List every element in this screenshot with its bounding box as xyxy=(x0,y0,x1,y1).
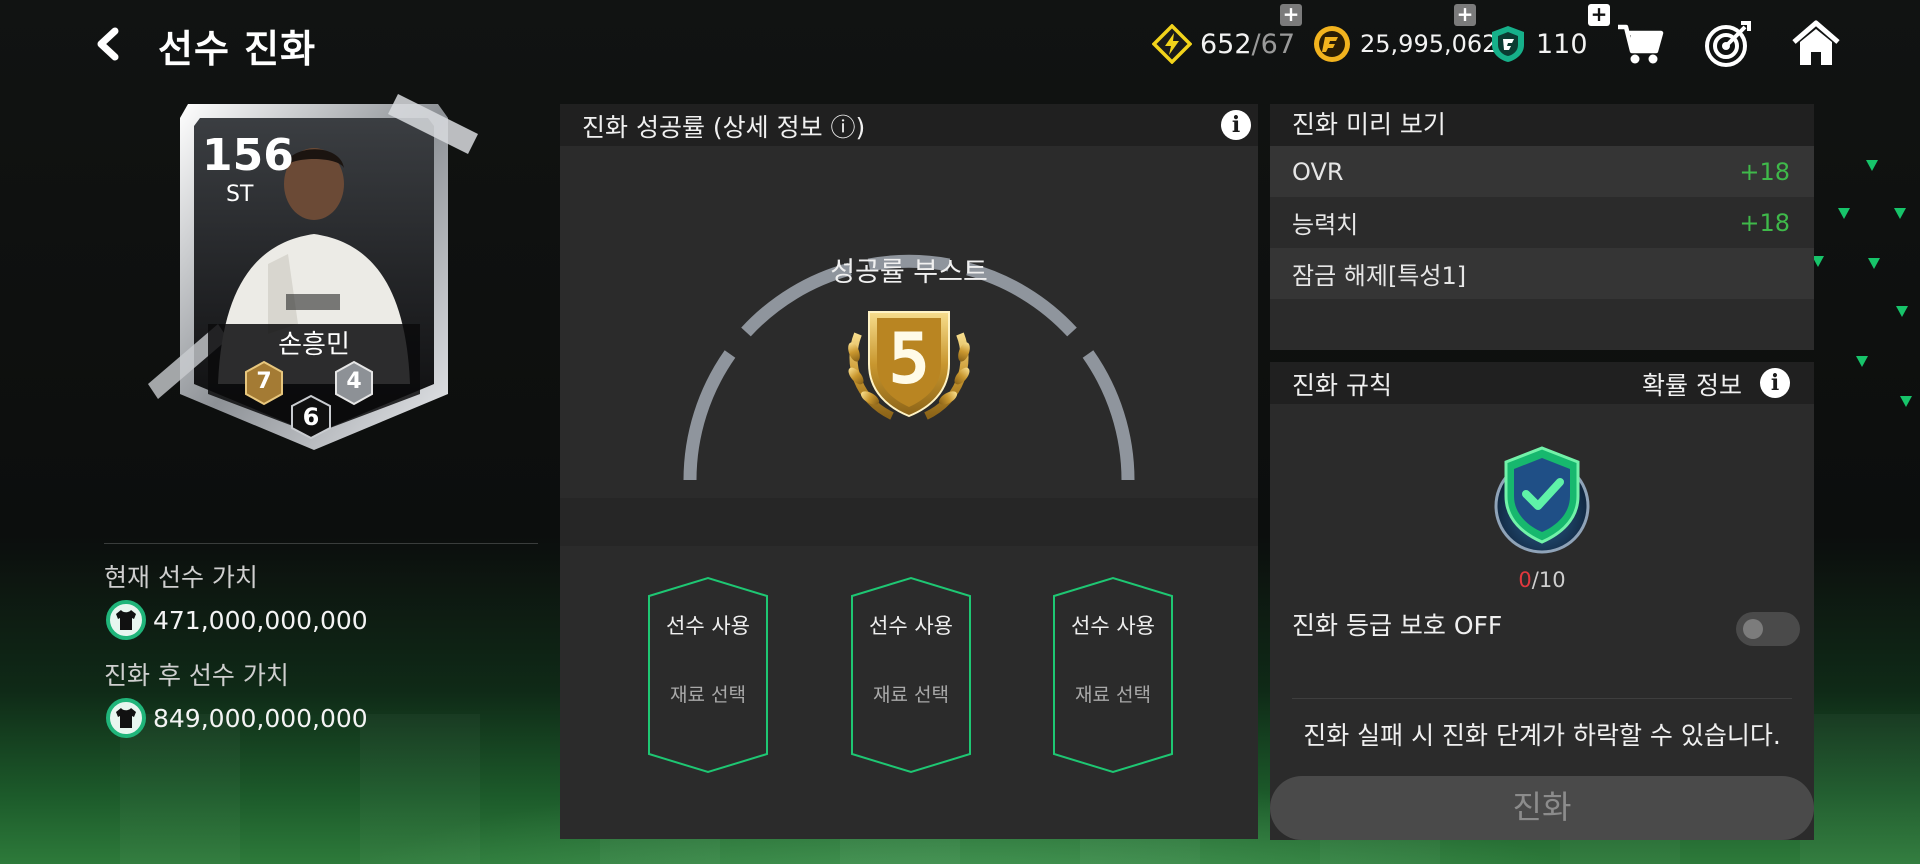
decor-triangle xyxy=(1838,208,1850,219)
team-color-value: 4 xyxy=(346,369,362,394)
boost-level-emblem: 5 xyxy=(844,304,974,424)
slot-title: 선수 사용 xyxy=(666,614,750,638)
preview-row: 잠금 해제[특성1] xyxy=(1270,248,1814,299)
energy-separator: / xyxy=(1251,28,1261,60)
shop-button[interactable] xyxy=(1612,16,1668,72)
top-bar: 선수 진화 652/67 + 25,995,062 + 110 + xyxy=(0,0,1920,86)
add-token-button[interactable]: + xyxy=(1588,4,1610,26)
rules-title: 진화 규칙 xyxy=(1292,371,1392,400)
evolution-preview-panel: 진화 미리 보기 OVR +18 능력치 +18 잠금 해제[특성1] xyxy=(1270,104,1814,350)
bp-coin-icon xyxy=(106,698,146,738)
player-card[interactable]: 156 ST 손흥민 7 4 6 xyxy=(148,94,480,454)
fc-points-value: 25,995,062 xyxy=(1360,30,1498,58)
home-button[interactable] xyxy=(1788,16,1844,72)
training-level-badge: 7 xyxy=(244,360,284,406)
decor-triangle xyxy=(1896,306,1908,317)
preview-row: 능력치 +18 xyxy=(1270,197,1814,248)
jersey-icon xyxy=(116,610,136,630)
add-fc-points-button[interactable]: + xyxy=(1454,4,1476,26)
rules-divider xyxy=(1292,698,1792,699)
material-slot-2[interactable]: 선수 사용 재료 선택 xyxy=(850,576,972,774)
decor-triangle xyxy=(1900,396,1912,407)
decor-triangle xyxy=(1894,208,1906,219)
home-icon xyxy=(1792,20,1840,65)
info-icon[interactable]: i xyxy=(1760,368,1790,398)
player-name: 손흥민 xyxy=(278,330,350,360)
slot-frame xyxy=(648,576,768,774)
info-icon[interactable]: i xyxy=(1221,110,1251,140)
success-rate-header[interactable]: 진화 성공률 (상세 정보 ⓘ) i xyxy=(560,104,1258,146)
training-level-value: 7 xyxy=(256,369,272,394)
preview-row-label: 잠금 해제[특성1] xyxy=(1292,262,1467,290)
grade-protection-label: 진화 등급 보호 OFF xyxy=(1292,611,1503,640)
material-slot-1[interactable]: 선수 사용 재료 선택 xyxy=(647,576,769,774)
boost-label: 성공률 부스트 xyxy=(830,257,988,288)
evolution-rules-panel: 진화 규칙 확률 정보 i 0/10 진화 등급 보호 OFF 진화 실패 시 … xyxy=(1270,362,1814,840)
add-energy-button[interactable]: + xyxy=(1280,4,1302,26)
energy-value: 652/67 xyxy=(1200,29,1295,60)
slot-subtitle: 재료 선택 xyxy=(670,684,746,706)
after-value: 849,000,000,000 xyxy=(153,703,368,733)
evolve-button[interactable]: 진화 xyxy=(1270,776,1814,840)
player-position: ST xyxy=(226,182,254,207)
preview-rows: OVR +18 능력치 +18 잠금 해제[특성1] xyxy=(1270,146,1814,299)
slot-subtitle: 재료 선택 xyxy=(1075,684,1151,706)
target-icon xyxy=(1705,21,1751,67)
preview-row-label: OVR xyxy=(1292,157,1344,186)
cart-icon xyxy=(1618,24,1664,64)
decor-triangle xyxy=(1868,258,1880,269)
success-rate-title: 진화 성공률 (상세 정보 ⓘ) xyxy=(582,113,866,142)
chevron-left-icon xyxy=(97,27,119,61)
current-value-label: 현재 선수 가치 xyxy=(104,563,258,592)
middle-strip xyxy=(560,498,1258,546)
bp-coin-icon xyxy=(106,600,146,640)
page-title: 선수 진화 xyxy=(158,27,317,71)
shield-token-icon xyxy=(1492,26,1524,62)
preview-row-value: +18 xyxy=(1739,208,1790,237)
preview-row: OVR +18 xyxy=(1270,146,1814,197)
after-value-label: 진화 후 선수 가치 xyxy=(104,661,289,690)
token-value: 110 xyxy=(1536,28,1588,60)
grade-badge: 6 xyxy=(290,394,332,440)
decor-triangle xyxy=(1866,160,1878,171)
preview-row-label: 능력치 xyxy=(1292,211,1359,239)
material-slot-3[interactable]: 선수 사용 재료 선택 xyxy=(1052,576,1174,774)
fc-coin-icon xyxy=(1314,26,1350,62)
slot-title: 선수 사용 xyxy=(1071,614,1155,638)
fc-points-currency[interactable]: 25,995,062 + xyxy=(1312,4,1498,66)
back-button[interactable] xyxy=(86,22,130,66)
protection-max: /10 xyxy=(1531,568,1566,592)
decor-triangle xyxy=(1856,356,1868,367)
energy-current: 652 xyxy=(1200,28,1252,60)
after-value-row: 849,000,000,000 xyxy=(106,698,368,738)
rules-header: 진화 규칙 확률 정보 i xyxy=(1270,362,1814,404)
values-divider xyxy=(104,543,538,544)
grade-value: 6 xyxy=(302,403,320,431)
toggle-knob xyxy=(1743,619,1763,639)
slot-frame xyxy=(851,576,971,774)
lightning-icon xyxy=(1152,24,1192,64)
player-ovr: 156 xyxy=(202,130,294,181)
protection-current: 0 xyxy=(1518,568,1532,592)
energy-currency[interactable]: 652/67 + xyxy=(1152,4,1302,66)
failure-warning-text: 진화 실패 시 진화 단계가 하락할 수 있습니다. xyxy=(1303,721,1781,750)
slot-title: 선수 사용 xyxy=(869,614,953,638)
objectives-button[interactable] xyxy=(1700,16,1756,72)
success-rate-panel: 진화 성공률 (상세 정보 ⓘ) i 성공률 부스트 5 선수 사용 재료 선택… xyxy=(560,104,1258,839)
boost-level-value: 5 xyxy=(887,318,931,400)
preview-title: 진화 미리 보기 xyxy=(1270,104,1814,146)
probability-info-link[interactable]: 확률 정보 xyxy=(1642,366,1742,402)
jersey-icon xyxy=(116,708,136,728)
token-currency[interactable]: 110 + xyxy=(1488,4,1610,66)
current-value: 471,000,000,000 xyxy=(153,605,368,635)
slot-frame xyxy=(1053,576,1173,774)
protection-counter: 0/10 xyxy=(1270,568,1814,592)
grade-protection-shield-icon xyxy=(1494,446,1590,554)
energy-max: 67 xyxy=(1260,28,1296,60)
slot-subtitle: 재료 선택 xyxy=(873,684,949,706)
preview-row-value: +18 xyxy=(1739,157,1790,186)
grade-protection-toggle[interactable] xyxy=(1736,612,1800,646)
current-value-row: 471,000,000,000 xyxy=(106,600,368,640)
team-color-badge: 4 xyxy=(334,360,374,406)
